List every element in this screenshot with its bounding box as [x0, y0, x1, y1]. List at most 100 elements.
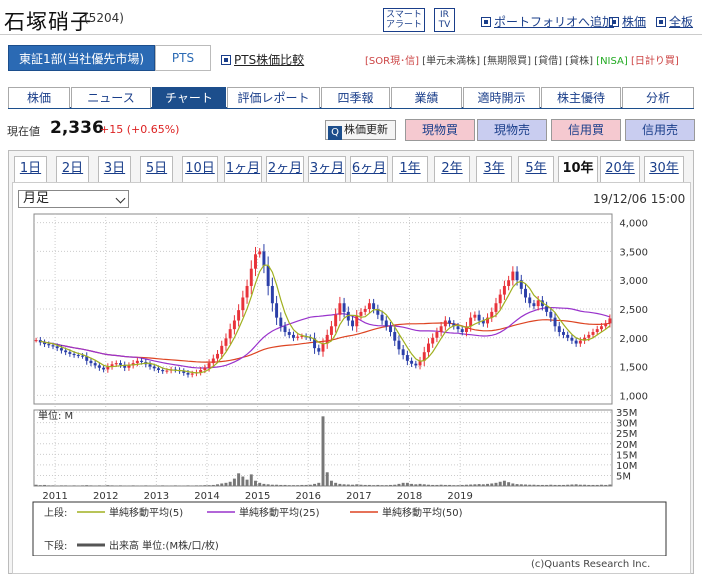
volume-bar: [241, 476, 245, 486]
volume-bar: [211, 484, 215, 486]
volume-bar: [199, 485, 203, 486]
legend-ma50-label: 単純移動平均(50): [382, 506, 463, 519]
period-10d[interactable]: 10日: [182, 156, 218, 182]
period-2y[interactable]: 2年: [434, 156, 470, 182]
period-3y[interactable]: 3年: [476, 156, 512, 182]
candle-body: [604, 323, 608, 327]
market-primary-tab[interactable]: 東証1部(当社優先市場): [8, 45, 155, 71]
candle-body: [469, 317, 473, 327]
candle-body: [435, 332, 439, 338]
volume-bar: [608, 484, 612, 486]
portfolio-add-link[interactable]: ポートフォリオへ追加: [481, 13, 614, 30]
price-tick-label: 4,000: [619, 219, 648, 230]
volume-bar: [536, 484, 540, 486]
refresh-price-button[interactable]: Q 株価更新: [325, 120, 396, 140]
volume-bar: [262, 483, 266, 486]
pts-compare-label: PTS株価比較: [234, 53, 305, 67]
candle-body: [68, 352, 72, 354]
candle-body: [502, 285, 506, 295]
volume-bar: [186, 485, 190, 486]
pts-compare-link[interactable]: PTS株価比較: [221, 51, 304, 68]
tab-report[interactable]: 評価レポート: [227, 87, 320, 108]
volume-bar: [532, 484, 536, 486]
candle-body: [397, 340, 401, 350]
volume-bar: [338, 483, 342, 486]
candle-body: [232, 320, 236, 330]
volume-bar: [587, 484, 591, 486]
candle-body: [262, 251, 266, 266]
candle-body: [574, 340, 578, 344]
tab-news[interactable]: ニュース: [71, 87, 151, 108]
zenban-link[interactable]: 全板: [656, 13, 693, 30]
period-10y[interactable]: 10年: [558, 156, 598, 183]
period-1m[interactable]: 1ヶ月: [224, 156, 262, 182]
volume-bar: [397, 483, 401, 486]
candle-body: [216, 353, 220, 359]
period-1y-label: 1年: [399, 161, 421, 176]
kabuka-link[interactable]: 株価: [609, 13, 646, 30]
tab-bunseki[interactable]: 分析: [622, 87, 694, 108]
tab-kabuka[interactable]: 株価: [8, 87, 70, 108]
volume-bar: [422, 484, 426, 486]
candle-body: [477, 314, 481, 321]
tab-shikiho[interactable]: 四季報: [321, 87, 390, 108]
volume-bar: [410, 483, 414, 486]
period-5y-label: 5年: [525, 161, 547, 176]
spot-sell-button[interactable]: 現物売: [477, 119, 547, 141]
margin-buy-button[interactable]: 信用買: [551, 119, 621, 141]
volume-bar: [346, 484, 350, 486]
period-20y[interactable]: 20年: [600, 156, 640, 182]
header-divider: [0, 34, 702, 35]
candle-body: [266, 265, 270, 286]
volume-bar: [549, 484, 553, 486]
margin-sell-button[interactable]: 信用売: [625, 119, 695, 141]
period-5y[interactable]: 5年: [518, 156, 554, 182]
volume-bar: [258, 482, 262, 486]
candle-body: [456, 326, 460, 330]
smart-alert-button[interactable]: スマート アラート: [383, 8, 425, 32]
volume-bar: [524, 484, 527, 486]
candle-body: [494, 303, 498, 312]
badge-mukigen: [無期限買]: [483, 56, 531, 67]
candle-body: [351, 320, 355, 327]
period-1d[interactable]: 1日: [14, 156, 47, 182]
volume-bar: [266, 484, 270, 486]
badge-kashikabu: [貸株]: [565, 56, 593, 67]
spot-buy-button[interactable]: 現物買: [405, 119, 475, 141]
price-tick-label: 1,000: [619, 391, 648, 402]
volume-bar: [47, 485, 51, 486]
ir-tv-button[interactable]: IR TV: [434, 8, 455, 32]
tab-yutai[interactable]: 株主優待: [541, 87, 621, 108]
candle-body: [237, 310, 241, 321]
tab-tekiji[interactable]: 適時開示: [463, 87, 540, 108]
tab-chart[interactable]: チャート: [152, 87, 226, 108]
price-tick-label: 3,000: [619, 276, 648, 287]
period-2m[interactable]: 2ヶ月: [266, 156, 304, 182]
candle-body: [384, 320, 388, 327]
market-pts-tab[interactable]: PTS: [155, 45, 211, 71]
period-3m[interactable]: 3ヶ月: [308, 156, 346, 182]
legend-ma25-label: 単純移動平均(25): [239, 506, 320, 519]
page-title: 石塚硝子: [4, 10, 92, 34]
candle-body: [342, 303, 346, 312]
period-6m[interactable]: 6ヶ月: [350, 156, 388, 182]
volume-bar: [342, 484, 346, 486]
period-1d-label: 1日: [19, 161, 42, 176]
period-5d[interactable]: 5日: [140, 156, 173, 182]
volume-bar: [469, 484, 473, 486]
volume-bar: [486, 483, 490, 486]
refresh-icon: Q: [328, 126, 342, 140]
tab-gyoseki[interactable]: 業績: [391, 87, 462, 108]
badge-sor: [SOR現･信]: [365, 56, 419, 67]
volume-bar: [85, 485, 89, 486]
period-3d[interactable]: 3日: [98, 156, 131, 182]
chart-timestamp: 19/12/06 15:00: [593, 192, 686, 206]
candle-body: [414, 363, 418, 366]
candle-body: [405, 355, 409, 361]
interval-select[interactable]: 月足: [18, 190, 129, 208]
period-1y[interactable]: 1年: [392, 156, 428, 182]
period-30y[interactable]: 30年: [644, 156, 684, 182]
candle-body: [460, 329, 464, 333]
smart-alert-line2: アラート: [385, 20, 422, 30]
period-2d[interactable]: 2日: [56, 156, 89, 182]
